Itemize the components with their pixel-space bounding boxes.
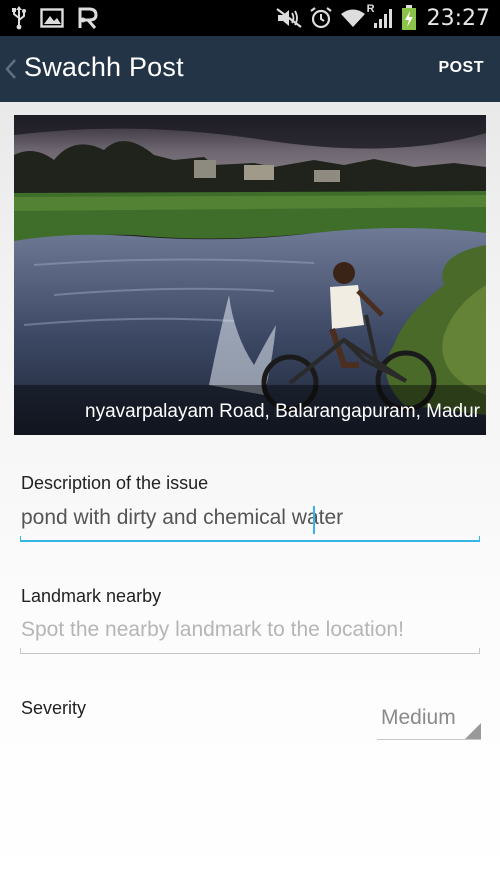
landmark-underline-left-tick [20,648,21,654]
landmark-label: Landmark nearby [21,586,162,606]
notification-icons [10,4,100,32]
usb-icon [10,6,28,30]
clock: 23:27 [426,5,490,31]
wifi-icon: R [339,3,375,29]
location-caption-bar: nyavarpalayam Road, Balarangapuram, Madu… [14,385,486,435]
landmark-underline [20,653,480,654]
landmark-placeholder: Spot the nearby landmark to the location… [21,618,404,641]
r-app-icon [76,6,100,30]
back-chevron-icon[interactable] [4,58,18,80]
signal-icon [373,7,395,29]
issue-photo[interactable]: nyavarpalayam Road, Balarangapuram, Madu… [14,115,486,435]
mute-icon [275,7,303,29]
image-icon [40,8,64,28]
post-form: nyavarpalayam Road, Balarangapuram, Madu… [0,102,500,889]
severity-dropdown[interactable]: Medium [377,700,481,740]
alarm-icon [309,6,333,30]
landmark-underline-right-tick [479,648,480,654]
description-field[interactable]: pond with dirty and chemical water [20,498,480,542]
post-button[interactable]: POST [438,59,484,77]
landmark-field[interactable]: Spot the nearby landmark to the location… [20,610,480,654]
status-bar: R 23:27 [0,0,500,36]
text-cursor [313,506,315,534]
battery-charging-icon [401,5,417,31]
severity-label: Severity [21,698,87,718]
roaming-label: R [366,3,375,15]
description-label: Description of the issue [21,473,209,493]
system-icons: R 23:27 [275,3,490,32]
severity-selected-value: Medium [381,706,456,729]
description-underline-right-tick [479,536,480,542]
location-caption: nyavarpalayam Road, Balarangapuram, Madu… [85,401,480,422]
description-value: pond with dirty and chemical water [21,506,344,529]
dropdown-triangle-icon [465,723,481,739]
app-title[interactable]: Swachh Post [24,52,184,83]
severity-underline [377,739,481,740]
action-bar: Swachh Post POST [0,36,500,102]
description-underline-left-tick [20,536,21,542]
description-underline [20,540,480,542]
